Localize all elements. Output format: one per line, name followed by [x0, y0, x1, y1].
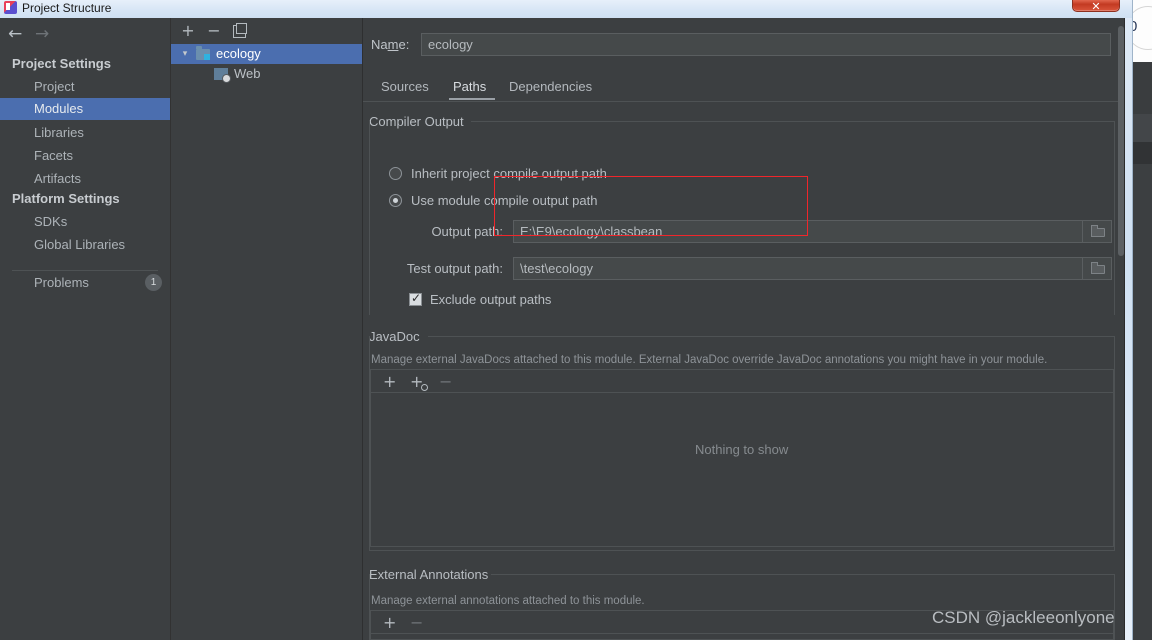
watermark: CSDN @jackleeonlyone [932, 608, 1115, 627]
section-border [1114, 121, 1115, 315]
section-title-compiler-output: Compiler Output [369, 114, 470, 129]
os-window-frame: Project Structure ✕ ← → Project Settings… [0, 0, 1133, 640]
output-path-browse-button[interactable] [1082, 220, 1112, 243]
tab-active-indicator [449, 98, 495, 100]
remove-module-button[interactable]: − [205, 22, 223, 40]
javadoc-list-panel[interactable] [370, 393, 1114, 547]
dialog-scrollbar-thumb[interactable] [1118, 26, 1124, 256]
javadoc-list-toolbar: + + − [370, 369, 1114, 393]
module-folder-icon [196, 46, 210, 60]
sidebar-item-label: SDKs [34, 214, 68, 229]
section-border [1114, 336, 1115, 551]
sidebar-item-label: Artifacts [34, 171, 81, 186]
sidebar-item-global-libraries[interactable]: Global Libraries [0, 234, 170, 256]
module-tabs: Sources Paths Dependencies [363, 76, 1124, 100]
test-output-path-input[interactable]: \test\ecology [513, 257, 1111, 280]
sidebar-item-label: Facets [34, 148, 74, 163]
sidebar-item-project[interactable]: Project [0, 76, 170, 98]
name-label-mnemonic: m [387, 37, 399, 52]
sidebar-item-label: Modules [34, 101, 84, 116]
sidebar-item-label: Libraries [34, 125, 84, 140]
test-output-path-browse-button[interactable] [1082, 257, 1112, 280]
sidebar-group-platform-settings: Platform Settings [12, 191, 120, 206]
name-label-pre: Na [371, 37, 388, 52]
javadoc-add-url-button[interactable]: + [410, 374, 429, 391]
copy-icon[interactable] [233, 23, 247, 38]
module-name-input[interactable]: ecology [421, 33, 1111, 56]
tree-node-ecology[interactable]: ▾ ecology [171, 44, 362, 64]
section-rule [491, 574, 1115, 575]
external-annotations-description: Manage external annotations attached to … [371, 595, 645, 607]
screenshot-root: 0 Project Structure ✕ ← → Project Settin… [0, 0, 1152, 640]
tree-node-label: Web [234, 66, 261, 81]
radio-inherit-project-output-label: Inherit project compile output path [411, 166, 607, 181]
problems-count-badge: 1 [145, 274, 162, 291]
external-annotations-list-panel[interactable] [370, 634, 1114, 640]
arrow-left-icon[interactable]: ← [8, 24, 22, 44]
tab-paths[interactable]: Paths [453, 76, 486, 100]
radio-use-module-output[interactable] [389, 194, 402, 207]
name-label-post: e: [398, 37, 410, 52]
sidebar-item-facets[interactable]: Facets [0, 145, 170, 167]
sidebar-item-label: Global Libraries [34, 237, 126, 252]
javadoc-remove-button[interactable]: − [439, 374, 452, 390]
section-rule [471, 121, 1115, 122]
radio-use-module-output-label: Use module compile output path [411, 193, 598, 208]
exclude-output-paths-label: Exclude output paths [430, 292, 552, 307]
sidebar-group-project-settings: Project Settings [12, 56, 111, 71]
sidebar-item-label: Problems [34, 275, 89, 290]
sidebar-divider [12, 270, 158, 271]
project-structure-dialog: ← → Project Settings Project Modules Lib… [0, 18, 1125, 640]
section-title-external-annotations: External Annotations [369, 567, 495, 582]
intellij-idea-icon [4, 1, 17, 14]
radio-inherit-project-output[interactable] [389, 167, 402, 180]
navigation-arrows: ← → [8, 24, 68, 46]
test-output-path-label: Test output path: [406, 261, 503, 276]
output-path-input[interactable]: E:\E9\ecology\classbean [513, 220, 1111, 243]
javadoc-description: Manage external JavaDocs attached to thi… [371, 354, 1048, 366]
chevron-down-icon[interactable]: ▾ [179, 44, 191, 64]
window-title: Project Structure [22, 1, 112, 15]
close-icon: ✕ [1091, 1, 1101, 13]
section-border [369, 550, 1115, 551]
close-button[interactable]: ✕ [1072, 0, 1120, 13]
sidebar-item-artifacts[interactable]: Artifacts [0, 168, 170, 190]
output-path-label: Output path: [431, 224, 503, 239]
tabs-separator [363, 101, 1118, 102]
tab-dependencies[interactable]: Dependencies [509, 76, 592, 100]
section-rule [428, 336, 1115, 337]
exclude-output-paths-checkbox[interactable] [409, 291, 422, 306]
modules-tree-panel: + − ▾ ecology Web [171, 18, 363, 640]
sidebar-item-libraries[interactable]: Libraries [0, 122, 170, 144]
arrow-right-icon[interactable]: → [35, 24, 49, 44]
javadoc-add-button[interactable]: + [383, 374, 396, 390]
folder-browse-icon [1091, 262, 1105, 274]
module-settings-content: Name: ecology Sources Paths Dependencies… [363, 18, 1124, 640]
add-module-button[interactable]: + [179, 22, 197, 40]
sidebar-item-sdks[interactable]: SDKs [0, 211, 170, 233]
folder-browse-icon [1091, 225, 1105, 237]
section-title-javadoc: JavaDoc [369, 329, 426, 344]
modules-tree-toolbar: + − [171, 18, 362, 44]
tree-node-web[interactable]: Web [171, 64, 362, 84]
tree-node-label: ecology [216, 46, 261, 61]
sidebar-item-modules[interactable]: Modules [0, 98, 170, 120]
settings-sidebar: ← → Project Settings Project Modules Lib… [0, 18, 171, 640]
section-border [369, 121, 370, 315]
name-label: Name: [371, 37, 409, 52]
title-bar: Project Structure ✕ [0, 0, 1132, 18]
sidebar-item-label: Project [34, 79, 75, 94]
section-border [1114, 574, 1115, 640]
external-annotations-remove-button[interactable]: − [410, 615, 423, 631]
external-annotations-add-button[interactable]: + [383, 615, 396, 631]
javadoc-empty-text: Nothing to show [695, 442, 789, 457]
tab-sources[interactable]: Sources [381, 76, 429, 100]
web-facet-icon [214, 68, 231, 83]
